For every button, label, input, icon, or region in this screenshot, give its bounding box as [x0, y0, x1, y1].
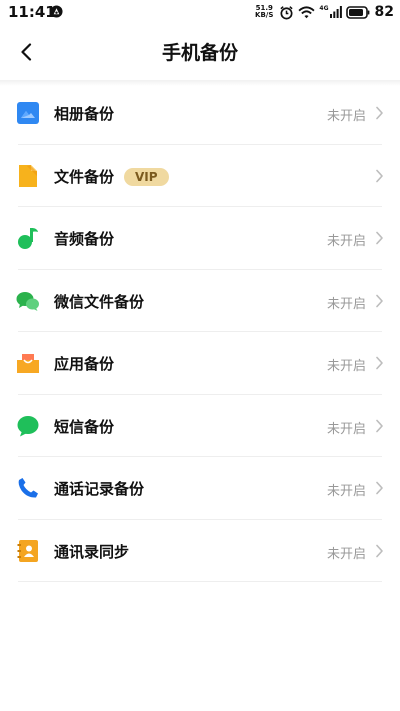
app-notification-icon — [50, 5, 63, 18]
chevron-right-icon — [376, 169, 383, 182]
item-label: 文件备份 VIP — [54, 166, 169, 187]
photo-album-icon — [17, 102, 39, 124]
list-item-sms-backup[interactable]: 短信备份 未开启 — [0, 395, 400, 457]
list-item-photo-backup[interactable]: 相册备份 未开启 — [0, 82, 400, 145]
status-bar: 11:41 51.9 KB/S 4G 82 — [0, 0, 400, 24]
vip-badge: VIP — [124, 167, 169, 186]
alarm-icon — [280, 5, 294, 19]
battery-icon — [345, 5, 369, 19]
chevron-right-icon — [376, 544, 383, 557]
list-item-contacts-sync[interactable]: 通讯录同步 未开启 — [0, 520, 400, 582]
backup-list: 相册备份 未开启 文件备份 VIP 音频备份 未开启 微信文件备份 未开启 应用… — [0, 82, 400, 582]
message-bubble-icon — [17, 415, 39, 436]
item-status: 未开启 — [326, 546, 366, 562]
contacts-book-icon — [17, 539, 38, 562]
item-label: 短信备份 — [54, 417, 115, 436]
item-status: 未开启 — [326, 421, 366, 437]
cellular-signal: 4G — [319, 5, 342, 18]
status-icons: 51.9 KB/S 4G 82 — [255, 2, 394, 22]
item-label: 应用备份 — [54, 355, 115, 373]
item-status: 未开启 — [326, 109, 366, 124]
wechat-icon — [16, 291, 39, 311]
item-label: 通讯录同步 — [54, 542, 130, 561]
net-speed-unit: KB/S — [255, 11, 274, 19]
chevron-right-icon — [376, 231, 383, 245]
phone-icon — [18, 478, 38, 498]
header: 手机备份 — [0, 24, 400, 80]
chevron-right-icon — [376, 419, 383, 432]
chevron-right-icon — [376, 294, 383, 307]
chevron-right-icon — [376, 481, 383, 495]
list-item-wechat-backup[interactable]: 微信文件备份 未开启 — [0, 270, 400, 332]
battery-level: 82 — [374, 4, 394, 20]
item-label: 相册备份 — [54, 105, 115, 123]
net-speed: 51.9 KB/S — [255, 5, 273, 19]
chevron-right-icon — [376, 356, 383, 370]
item-status: 未开启 — [326, 296, 366, 312]
app-box-icon — [17, 354, 39, 373]
signal-label: 4G — [319, 5, 329, 12]
music-note-icon — [18, 228, 38, 249]
list-item-app-backup[interactable]: 应用备份 未开启 — [0, 332, 400, 395]
item-label: 音频备份 — [54, 230, 115, 248]
item-label-text: 文件备份 — [54, 167, 115, 186]
divider — [18, 581, 382, 582]
file-icon — [19, 164, 37, 187]
list-item-call-log-backup[interactable]: 通话记录备份 未开启 — [0, 457, 400, 520]
item-status: 未开启 — [326, 484, 366, 499]
wifi-icon — [298, 5, 315, 18]
item-label: 通话记录备份 — [54, 480, 145, 498]
list-item-file-backup[interactable]: 文件备份 VIP — [0, 145, 400, 207]
page-title: 手机备份 — [161, 42, 238, 64]
list-item-audio-backup[interactable]: 音频备份 未开启 — [0, 207, 400, 270]
chevron-right-icon — [376, 106, 383, 120]
status-time: 11:41 — [8, 3, 56, 21]
signal-bars-icon — [329, 6, 342, 18]
item-label: 微信文件备份 — [54, 292, 145, 311]
item-status: 未开启 — [326, 234, 366, 249]
item-status: 未开启 — [326, 359, 366, 374]
